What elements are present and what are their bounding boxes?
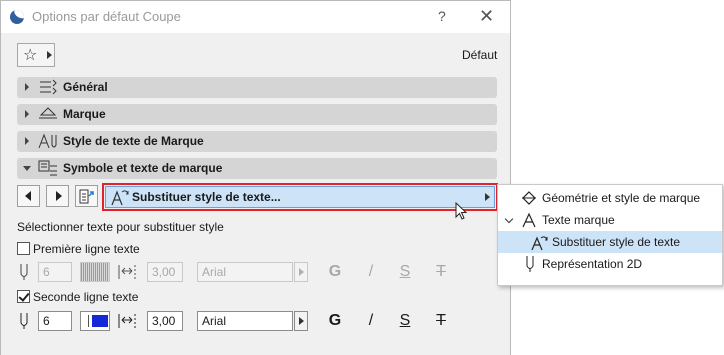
navigation-popup-menu: Géométrie et style de marque Texte marqu…: [497, 184, 723, 286]
pen-icon: [20, 313, 28, 329]
pen-color-fill: [92, 315, 108, 327]
section-marker-label: Marque: [63, 107, 106, 121]
expand-arrow-icon: [25, 137, 29, 145]
page-export-icon: [79, 189, 94, 204]
close-button[interactable]: ✕: [479, 6, 494, 27]
first-line-height-field[interactable]: 3,00: [147, 262, 183, 282]
options-dialog: Options par défaut Coupe ? ✕ ☆ Défaut Gé…: [0, 0, 511, 355]
second-line-checkbox[interactable]: [17, 290, 30, 303]
favorites-button[interactable]: ☆: [17, 43, 55, 67]
section-marker-text-style[interactable]: Style de texte de Marque: [17, 131, 497, 152]
window-title: Options par défaut Coupe: [32, 9, 181, 24]
popup-item-marker-text[interactable]: Texte marque: [498, 209, 722, 231]
substitute-text-style-icon: [531, 236, 548, 251]
pen-icon: [20, 264, 28, 280]
popup-item-label: Représentation 2D: [542, 257, 643, 271]
expand-arrow-icon: [25, 110, 29, 118]
popup-item-geometry-marker-style[interactable]: Géométrie et style de marque: [498, 187, 722, 209]
pen-color-divider: [88, 315, 89, 327]
text-height-icon: [118, 314, 136, 328]
arrow-left-icon: [25, 191, 31, 201]
first-line-underline-button[interactable]: S: [397, 263, 413, 281]
section-general[interactable]: Général: [17, 77, 497, 98]
marker-icon: [39, 107, 57, 119]
second-line-height-field[interactable]: 3,00: [147, 311, 183, 331]
pen-icon: [526, 256, 534, 272]
second-line-bold-button[interactable]: G: [327, 312, 343, 330]
first-line-strikethrough-button[interactable]: T: [433, 263, 449, 281]
chevron-down-icon: [504, 214, 514, 224]
mouse-cursor-icon: [455, 202, 468, 220]
arrow-right-icon: [56, 191, 62, 201]
popup-item-label: Géométrie et style de marque: [542, 191, 701, 205]
collapse-arrow-icon: [23, 166, 31, 171]
chevron-right-icon: [47, 51, 52, 59]
section-symbol-marker-text[interactable]: Symbole et texte de marque: [17, 158, 497, 179]
symbol-text-icon: [38, 160, 57, 176]
select-text-heading: Sélectionner texte pour substituer style: [17, 220, 224, 234]
first-line-pen-color-swatch[interactable]: [80, 262, 110, 282]
second-line-pen-field[interactable]: 6: [38, 311, 72, 331]
section-marker-text-style-label: Style de texte de Marque: [63, 134, 204, 148]
first-line-pen-field[interactable]: 6: [38, 262, 72, 282]
second-line-underline-button[interactable]: S: [397, 312, 413, 330]
popup-item-label: Substituer style de texte: [552, 235, 681, 249]
first-line-font-dropdown[interactable]: [294, 262, 308, 282]
section-marker[interactable]: Marque: [17, 104, 497, 125]
expand-arrow-icon: [25, 83, 29, 91]
geometry-marker-icon: [522, 191, 536, 205]
substitute-text-style-icon: [111, 190, 129, 206]
star-icon: ☆: [23, 47, 38, 64]
section-general-label: Général: [63, 80, 108, 94]
text-height-icon: [118, 265, 136, 279]
previous-button[interactable]: [17, 185, 40, 207]
text-style-icon: [38, 133, 57, 149]
popup-item-substitute-text-style[interactable]: Substituer style de texte: [498, 231, 722, 253]
popup-item-2d-representation[interactable]: Représentation 2D: [498, 253, 722, 275]
text-icon: [522, 212, 536, 228]
second-line-font-field[interactable]: Arial: [197, 311, 293, 331]
first-line-label: Première ligne texte: [33, 242, 140, 256]
general-settings-icon: [40, 79, 57, 95]
second-line-pen-color-swatch[interactable]: [80, 311, 110, 331]
export-page-button[interactable]: [75, 185, 98, 207]
default-label: Défaut: [462, 48, 498, 62]
first-line-checkbox[interactable]: [17, 242, 30, 255]
first-line-font-field[interactable]: Arial: [197, 262, 293, 282]
first-line-italic-button[interactable]: /: [363, 263, 379, 281]
section-symbol-marker-text-label: Symbole et texte de marque: [63, 161, 223, 175]
title-bar: Options par défaut Coupe ? ✕: [1, 1, 510, 33]
second-line-strikethrough-button[interactable]: T: [433, 312, 449, 330]
second-line-font-dropdown[interactable]: [294, 311, 308, 331]
second-line-label: Seconde ligne texte: [33, 290, 139, 304]
substitute-text-style-label: Substituer style de texte...: [132, 190, 281, 204]
second-line-italic-button[interactable]: /: [363, 312, 379, 330]
chevron-right-icon: [485, 193, 490, 201]
app-logo-icon: [10, 10, 24, 24]
substitute-text-style-button[interactable]: Substituer style de texte...: [105, 186, 495, 208]
next-button[interactable]: [46, 185, 69, 207]
popup-item-label: Texte marque: [542, 213, 615, 227]
help-button[interactable]: ?: [438, 8, 446, 24]
first-line-bold-button[interactable]: G: [327, 263, 343, 281]
